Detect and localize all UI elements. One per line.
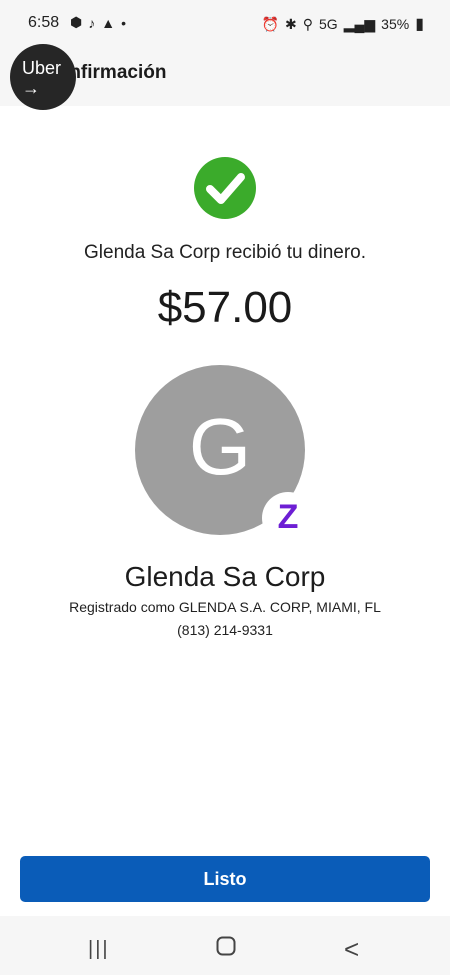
arrow-right-icon: → [22,78,40,98]
checkmark-icon [194,157,256,219]
recipient-name: Glenda Sa Corp [124,561,326,592]
battery-icon: ▮ [415,16,424,33]
navigation-icon: ▲ [101,14,116,31]
zelle-icon: Z [277,498,299,536]
location-icon: ⚲ [302,15,314,32]
tiktok-icon: ♪ [88,14,96,31]
alarm-icon: ⏰ [261,15,280,32]
uber-overlay-bubble[interactable]: Uber → [10,44,76,110]
registered-as: Registrado como GLENDA S.A. CORP, MIAMI,… [69,599,381,615]
signal-icon: ▂▄▆ [343,15,376,32]
network-label: 5G [319,16,338,32]
recents-button[interactable]: ||| [88,938,110,961]
zelle-badge: Z [262,492,314,544]
uber-label: Uber [22,58,62,78]
status-bar: 6:58 ⬢ ♪ ▲ • ⏰ ✱ ⚲ 5G ▂▄▆ 35% ▮ [0,0,450,46]
bluetooth-icon: ✱ [285,15,297,32]
battery-percent: 35% [381,16,410,32]
amount-sent: $57.00 [157,283,293,332]
back-button[interactable]: < [344,934,359,965]
done-button[interactable]: Listo [20,856,430,902]
status-time: 6:58 [28,14,60,31]
success-message: Glenda Sa Corp recibió tu dinero. [84,242,366,263]
chase-icon: ⬢ [70,14,83,30]
status-left-icons: ⬢ ♪ ▲ • [70,14,126,31]
home-button[interactable] [216,936,236,961]
dot-icon: • [121,14,126,31]
recipient-phone: (813) 214-9331 [177,622,273,638]
status-right-icons: ⏰ ✱ ⚲ 5G ▂▄▆ 35% ▮ [262,14,424,34]
avatar-initial: G [188,402,252,491]
